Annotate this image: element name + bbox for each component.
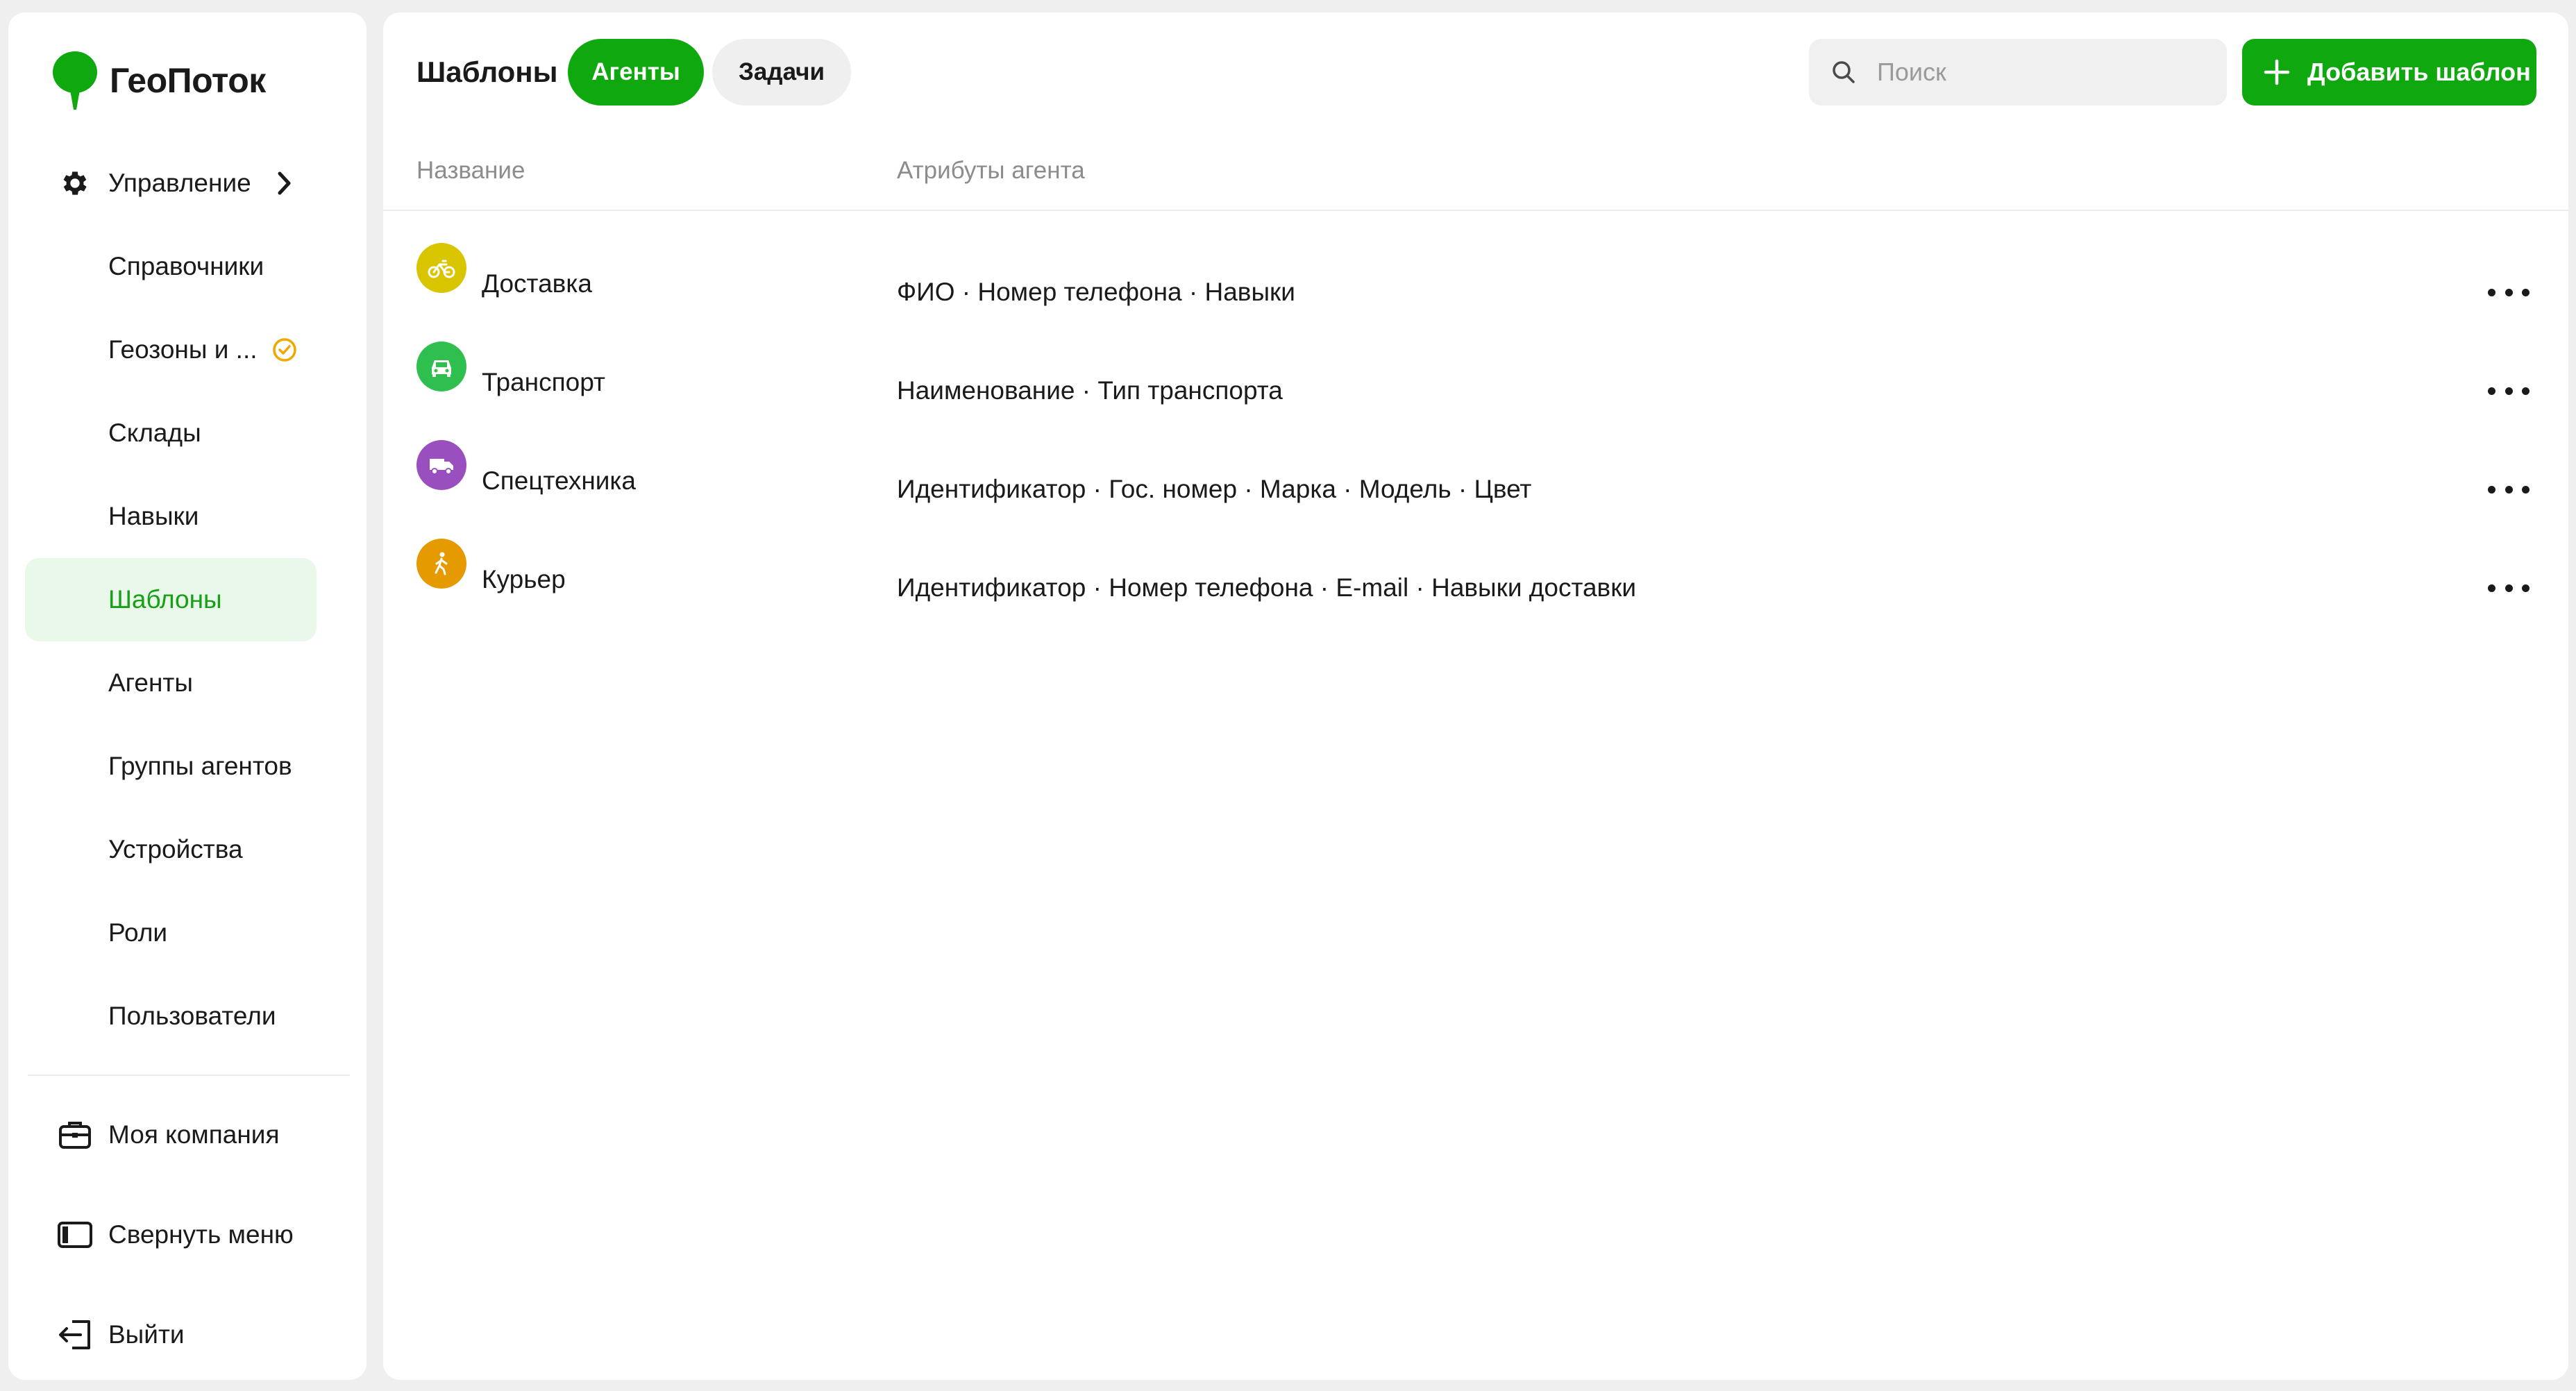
tab-tasks[interactable]: Задачи xyxy=(712,39,851,106)
sidebar-item-label: Выйти xyxy=(108,1320,185,1349)
more-options-icon[interactable] xyxy=(2488,479,2529,500)
bicycle-icon xyxy=(416,243,466,293)
briefcase-icon xyxy=(57,1117,93,1153)
sidebar-item-warehouses[interactable]: Склады xyxy=(25,391,317,475)
template-name: Транспорт xyxy=(482,368,605,396)
add-template-button[interactable]: Добавить шаблон xyxy=(2242,39,2536,106)
sidebar-item-label: Справочники xyxy=(108,252,264,280)
sidebar-item-agents[interactable]: Агенты xyxy=(25,641,317,725)
table-row[interactable]: Курьер Идентификатор · Номер телефона · … xyxy=(383,530,2568,629)
add-template-label: Добавить шаблон xyxy=(2307,58,2531,86)
logo-icon xyxy=(44,46,106,115)
sidebar-item-label: Моя компания xyxy=(108,1120,280,1149)
table-row[interactable]: Доставка ФИО · Номер телефона · Навыки xyxy=(383,235,2568,333)
more-options-icon[interactable] xyxy=(2488,380,2529,401)
sidebar-item-label: Склады xyxy=(108,419,201,447)
table-row[interactable]: Транспорт Наименование · Тип транспорта xyxy=(383,333,2568,432)
gear-icon xyxy=(57,165,93,201)
collapse-panel-icon xyxy=(57,1217,93,1253)
sidebar-item-label: Агенты xyxy=(108,668,193,697)
sidebar-item-logout[interactable]: Выйти xyxy=(25,1293,317,1376)
car-icon xyxy=(416,342,466,391)
logout-icon xyxy=(57,1317,93,1353)
more-options-icon[interactable] xyxy=(2488,578,2529,598)
table-row[interactable]: Спецтехника Идентификатор · Гос. номер ·… xyxy=(383,432,2568,530)
table-header-divider xyxy=(383,210,2568,211)
walking-person-icon xyxy=(416,539,466,589)
sidebar-item-templates[interactable]: Шаблоны xyxy=(25,558,317,641)
tab-agents[interactable]: Агенты xyxy=(568,39,704,106)
clock-icon xyxy=(271,336,298,370)
column-header-attributes[interactable]: Атрибуты агента xyxy=(897,157,1085,185)
main-panel: Шаблоны Агенты Задачи Поиск Добавить шаб… xyxy=(383,12,2568,1380)
sidebar-item-geozones[interactable]: Геозоны и ... xyxy=(25,308,317,391)
sidebar-item-skills[interactable]: Навыки xyxy=(25,475,317,558)
sidebar-item-directories[interactable]: Справочники xyxy=(25,225,317,308)
sidebar-item-my-company[interactable]: Моя компания xyxy=(25,1093,317,1177)
chevron-right-icon xyxy=(276,169,293,203)
tab-label: Агенты xyxy=(591,58,680,85)
search-input[interactable]: Поиск xyxy=(1809,39,2227,106)
sidebar-item-devices[interactable]: Устройства xyxy=(25,808,317,891)
sidebar-item-users[interactable]: Пользователи xyxy=(25,975,317,1058)
more-options-icon[interactable] xyxy=(2488,282,2529,303)
sidebar: ГеоПоток Управление Справочники Геозоны … xyxy=(8,12,367,1380)
truck-icon xyxy=(416,440,466,490)
template-attributes: Наименование · Тип транспорта xyxy=(897,376,1283,405)
sidebar-item-label: Шаблоны xyxy=(108,585,222,614)
template-attributes: Идентификатор · Номер телефона · E-mail … xyxy=(897,573,1637,602)
template-attributes: ФИО · Номер телефона · Навыки xyxy=(897,278,1295,306)
template-name: Курьер xyxy=(482,565,566,593)
sidebar-item-management[interactable]: Управление xyxy=(25,142,317,225)
tab-label: Задачи xyxy=(738,58,825,85)
sidebar-item-label: Геозоны и ... xyxy=(108,335,258,364)
template-name: Доставка xyxy=(482,269,592,298)
search-icon xyxy=(1830,58,1858,86)
sidebar-item-label: Устройства xyxy=(108,835,243,863)
sidebar-item-roles[interactable]: Роли xyxy=(25,891,317,975)
logo-text: ГеоПоток xyxy=(110,61,266,100)
sidebar-item-label: Роли xyxy=(108,918,168,947)
sidebar-item-label: Управление xyxy=(108,169,251,197)
plus-icon xyxy=(2263,58,2291,86)
page-title: Шаблоны xyxy=(416,56,558,88)
sidebar-divider xyxy=(28,1074,350,1076)
sidebar-item-label: Навыки xyxy=(108,502,199,530)
sidebar-item-label: Свернуть меню xyxy=(108,1220,294,1249)
sidebar-item-collapse-menu[interactable]: Свернуть меню xyxy=(25,1193,317,1276)
sidebar-item-label: Группы агентов xyxy=(108,752,292,780)
sidebar-item-agent-groups[interactable]: Группы агентов xyxy=(25,725,317,808)
search-placeholder: Поиск xyxy=(1877,58,1946,86)
template-name: Спецтехника xyxy=(482,466,636,495)
logo[interactable]: ГеоПоток xyxy=(44,46,266,115)
column-header-name[interactable]: Название xyxy=(416,157,525,185)
sidebar-item-label: Пользователи xyxy=(108,1002,276,1030)
template-attributes: Идентификатор · Гос. номер · Марка · Мод… xyxy=(897,475,1532,503)
